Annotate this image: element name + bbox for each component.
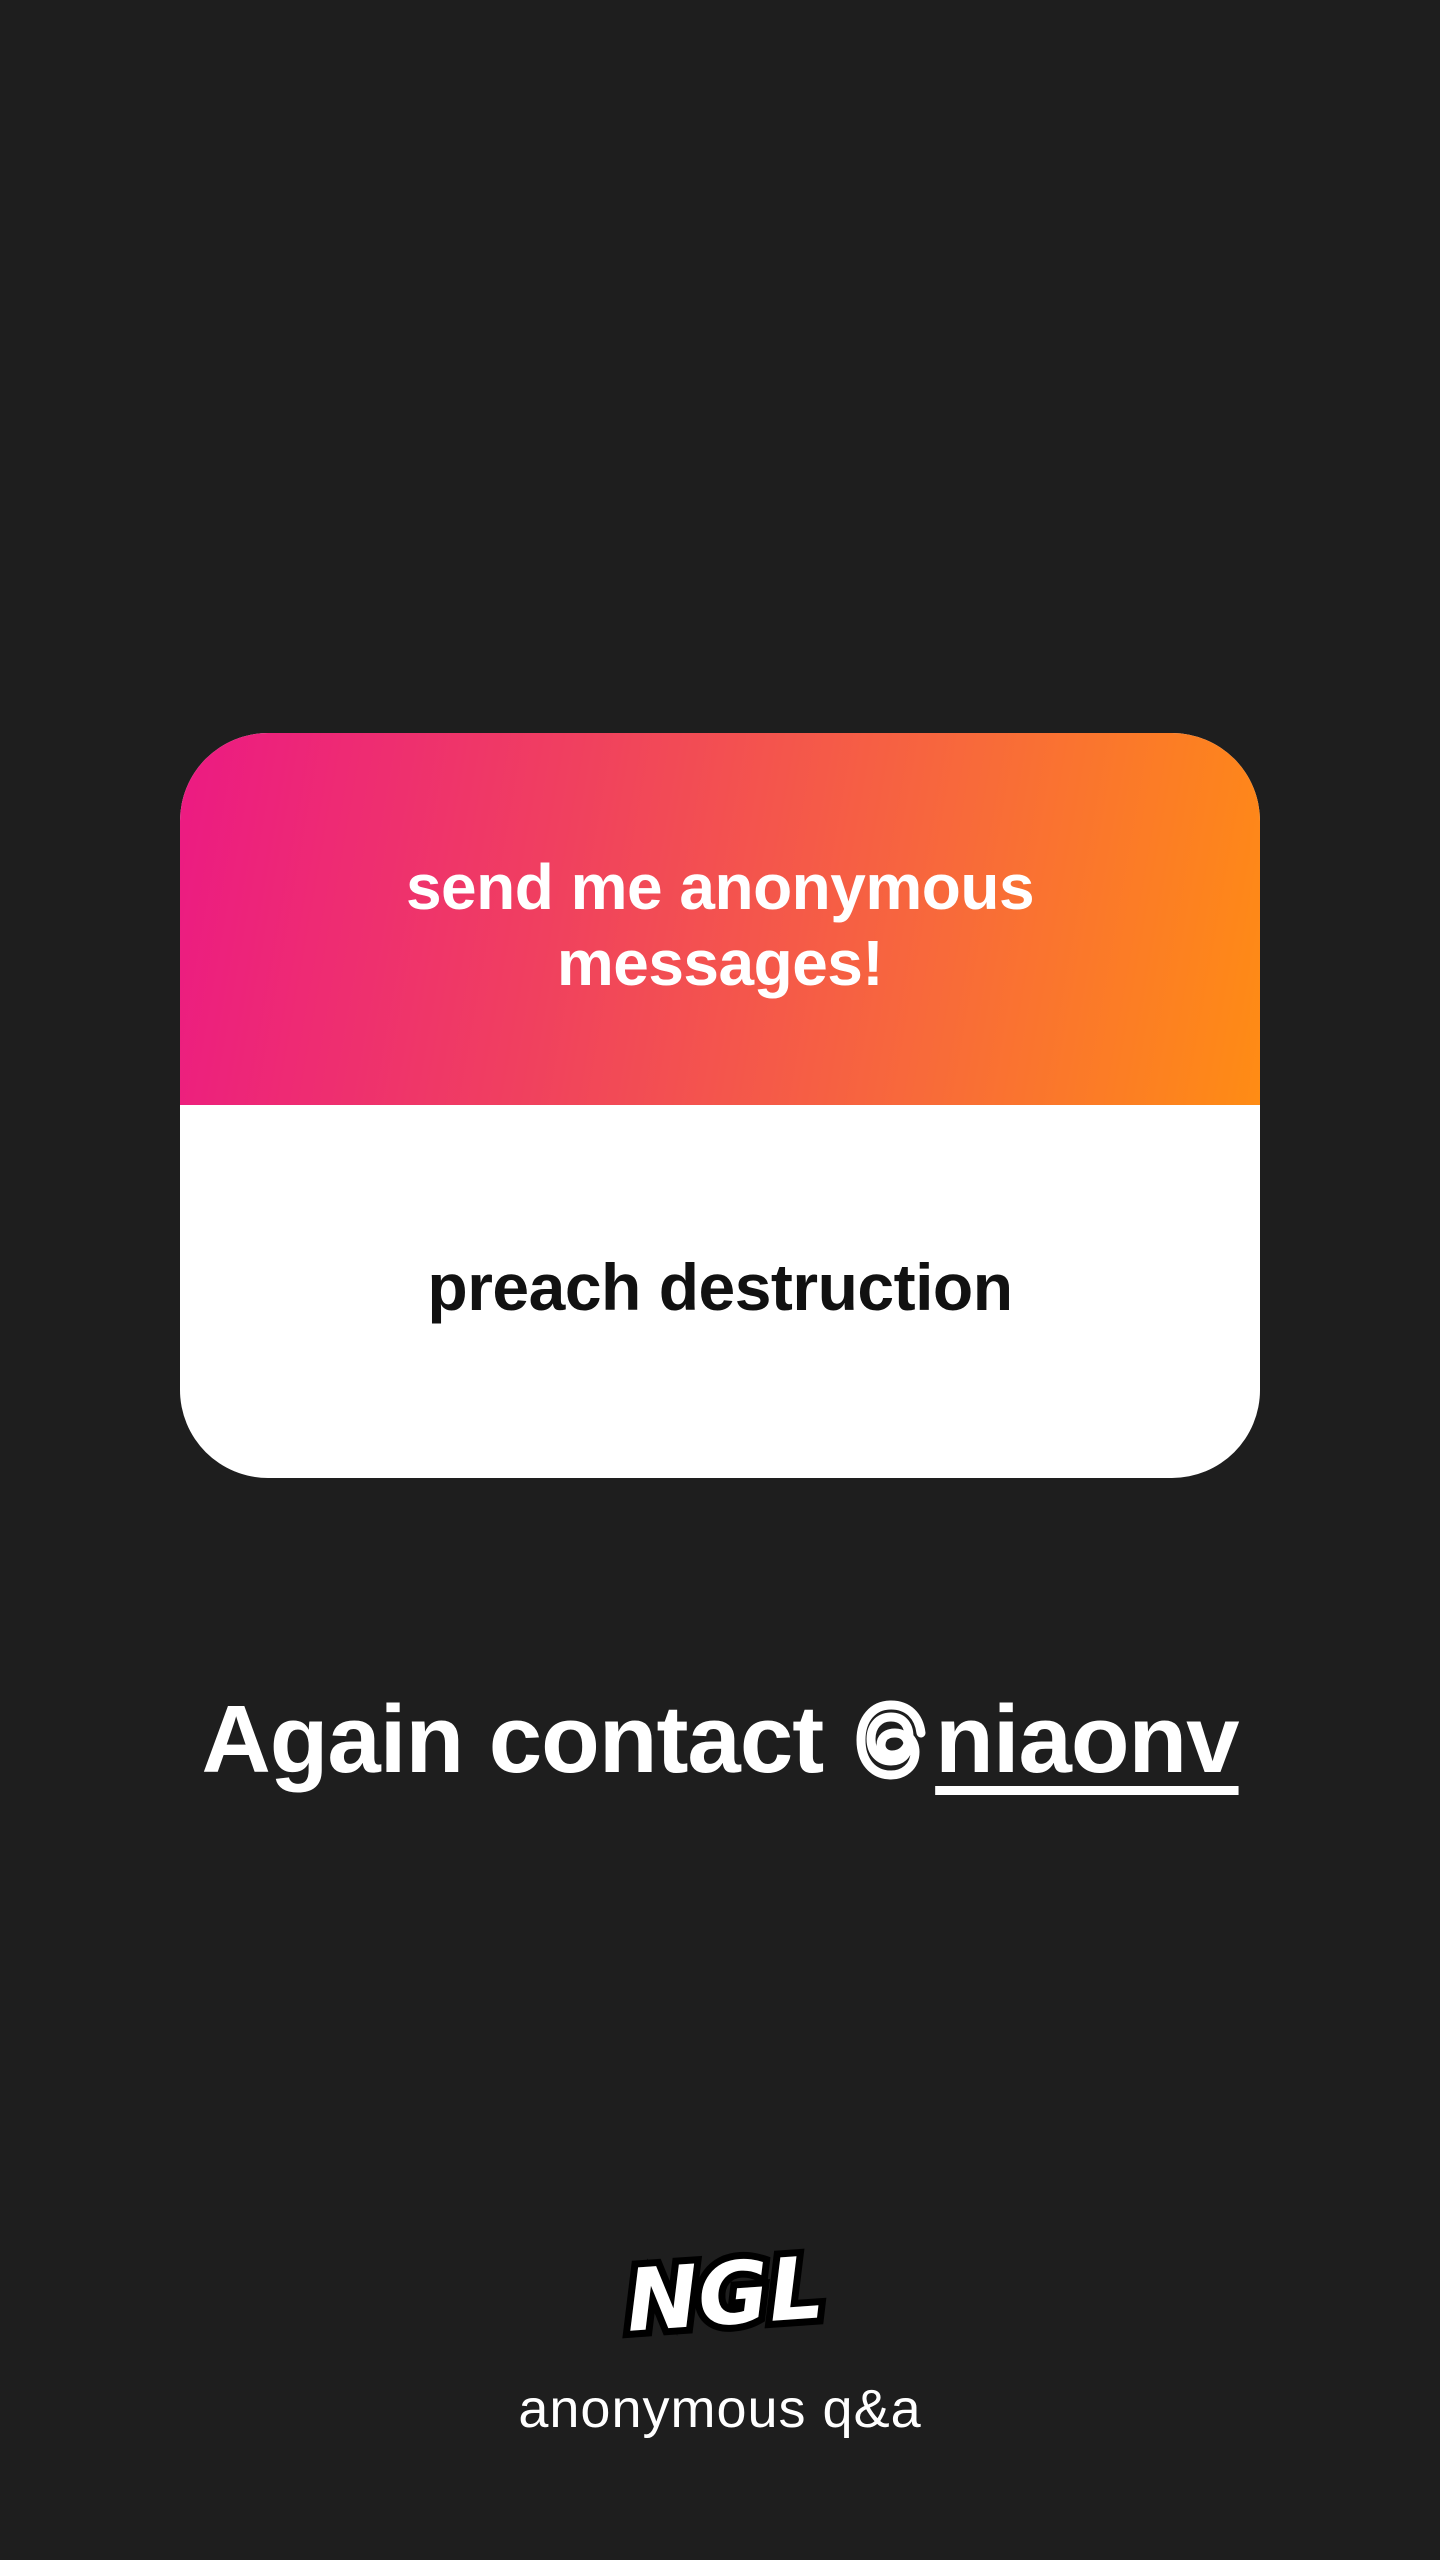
contact-line: Again contact niaonv	[180, 1680, 1260, 1800]
svg-text:NGL: NGL	[623, 2238, 827, 2352]
card-prompt: send me anonymous messages!	[405, 851, 1035, 999]
card-answer: preach destruction	[427, 1249, 1013, 1324]
card-header: send me anonymous messages!	[180, 733, 1260, 1105]
card-body: preach destruction	[180, 1105, 1260, 1478]
ngl-logo: NGL	[616, 2231, 834, 2359]
tagline: anonymous q&a	[518, 2379, 922, 2439]
contact-handle-link[interactable]: niaonv	[935, 1685, 1239, 1795]
threads-icon	[851, 1695, 931, 1785]
question-card: send me anonymous messages! preach destr…	[180, 733, 1260, 1478]
contact-prefix: Again contact	[201, 1686, 824, 1793]
